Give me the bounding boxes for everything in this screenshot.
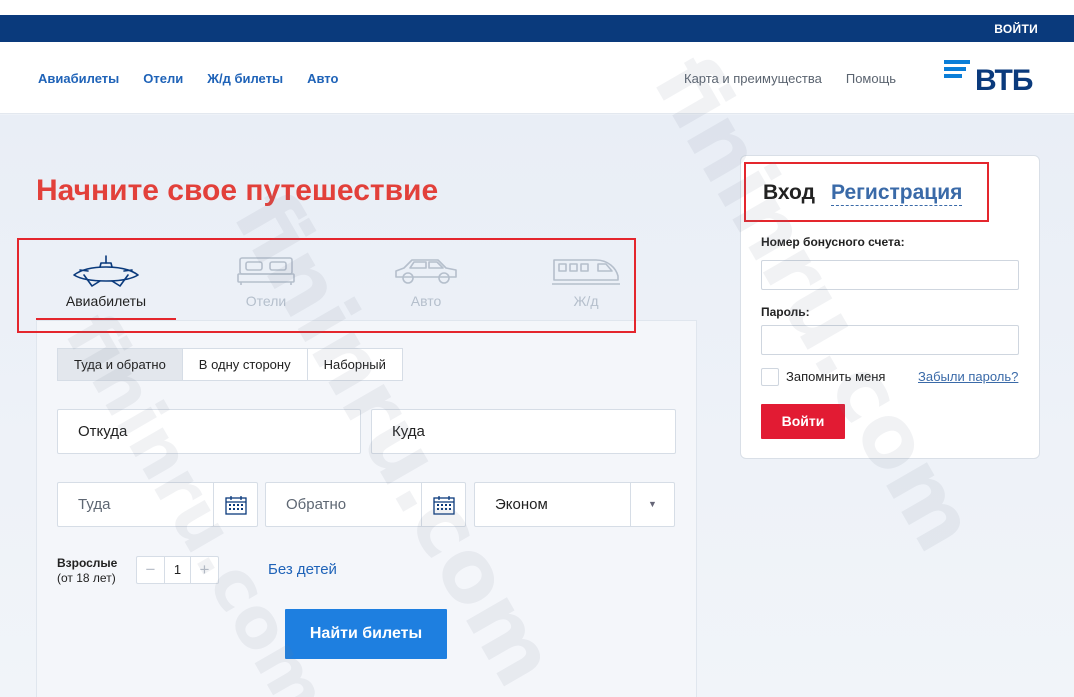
class-select[interactable]: Эконом ▼	[474, 482, 675, 527]
return-date-input[interactable]: Обратно	[265, 482, 466, 527]
car-icon	[395, 259, 457, 284]
forgot-password-link[interactable]: Забыли пароль?	[918, 369, 1018, 384]
tab-auto-label: Авто	[410, 293, 442, 309]
bonus-account-input[interactable]	[761, 260, 1019, 290]
nav-rail[interactable]: Ж/д билеты	[207, 71, 283, 86]
class-select-value: Эконом	[495, 496, 548, 513]
bonus-account-label: Номер бонусного счета:	[761, 235, 905, 249]
depart-date-input[interactable]: Туда	[57, 482, 258, 527]
increment-button[interactable]: +	[191, 557, 218, 583]
site-header: Авиабилеты Отели Ж/д билеты Авто Карта и…	[0, 42, 1074, 114]
tab-register[interactable]: Регистрация	[831, 181, 963, 206]
logo-mark	[944, 60, 970, 78]
nav-hotels[interactable]: Отели	[143, 71, 183, 86]
adults-stepper: − 1 +	[136, 556, 219, 584]
calendar-icon[interactable]	[213, 483, 257, 526]
nav-avia[interactable]: Авиабилеты	[38, 71, 119, 86]
password-input[interactable]	[761, 325, 1019, 355]
travel-mode-tabs: Авиабилеты Отели Авто Ж/д	[17, 238, 636, 333]
tab-login[interactable]: Вход	[763, 181, 815, 205]
adults-label: Взрослые (от 18 лет)	[57, 556, 117, 586]
trip-roundtrip[interactable]: Туда и обратно	[57, 348, 183, 381]
tab-rail-label: Ж/д	[573, 293, 599, 309]
tab-auto[interactable]: Авто	[356, 240, 496, 320]
find-tickets-button[interactable]: Найти билеты	[285, 609, 447, 659]
trip-type-selector: Туда и обратно В одну сторону Наборный	[57, 348, 403, 381]
adults-age-note: (от 18 лет)	[57, 571, 116, 585]
nav-help[interactable]: Помощь	[846, 71, 896, 86]
password-label: Пароль:	[761, 305, 810, 319]
remember-label: Запомнить меня	[786, 369, 886, 384]
active-tab-indicator	[36, 318, 176, 320]
no-kids-link[interactable]: Без детей	[268, 561, 337, 578]
bed-icon	[237, 257, 295, 285]
tab-avia-label: Авиабилеты	[65, 293, 147, 309]
return-date-placeholder: Обратно	[286, 496, 347, 513]
nav-card-benefits[interactable]: Карта и преимущества	[684, 71, 822, 86]
nav-auto[interactable]: Авто	[307, 71, 338, 86]
depart-date-placeholder: Туда	[78, 496, 111, 513]
tab-rail[interactable]: Ж/д	[516, 240, 656, 320]
adults-title: Взрослые	[57, 556, 118, 570]
tab-hotels[interactable]: Отели	[196, 240, 336, 320]
train-icon	[552, 259, 620, 285]
login-button[interactable]: Войти	[761, 404, 845, 439]
airplane-icon	[73, 255, 139, 287]
adults-count[interactable]: 1	[164, 557, 191, 583]
trip-oneway[interactable]: В одну сторону	[182, 348, 308, 381]
logo-text: ВТБ	[975, 64, 1033, 97]
vtb-logo[interactable]: ВТБ	[944, 59, 1033, 97]
login-tabs: Вход Регистрация	[744, 162, 989, 222]
decrement-button[interactable]: −	[137, 557, 164, 583]
remember-checkbox[interactable]	[761, 368, 779, 386]
page-title: Начните свое путешествие	[36, 174, 439, 207]
main-nav: Авиабилеты Отели Ж/д билеты Авто	[38, 71, 338, 86]
top-bar: ВОЙТИ	[0, 15, 1074, 42]
top-gap	[0, 0, 1074, 15]
top-login-link[interactable]: ВОЙТИ	[994, 22, 1038, 36]
calendar-icon[interactable]	[421, 483, 465, 526]
to-input[interactable]: Куда	[371, 409, 676, 454]
trip-multicity[interactable]: Наборный	[307, 348, 403, 381]
tab-hotels-label: Отели	[245, 293, 287, 309]
secondary-nav: Карта и преимущества Помощь	[684, 71, 896, 86]
tab-avia[interactable]: Авиабилеты	[36, 240, 176, 320]
from-input[interactable]: Откуда	[57, 409, 361, 454]
chevron-down-icon: ▼	[630, 483, 674, 526]
